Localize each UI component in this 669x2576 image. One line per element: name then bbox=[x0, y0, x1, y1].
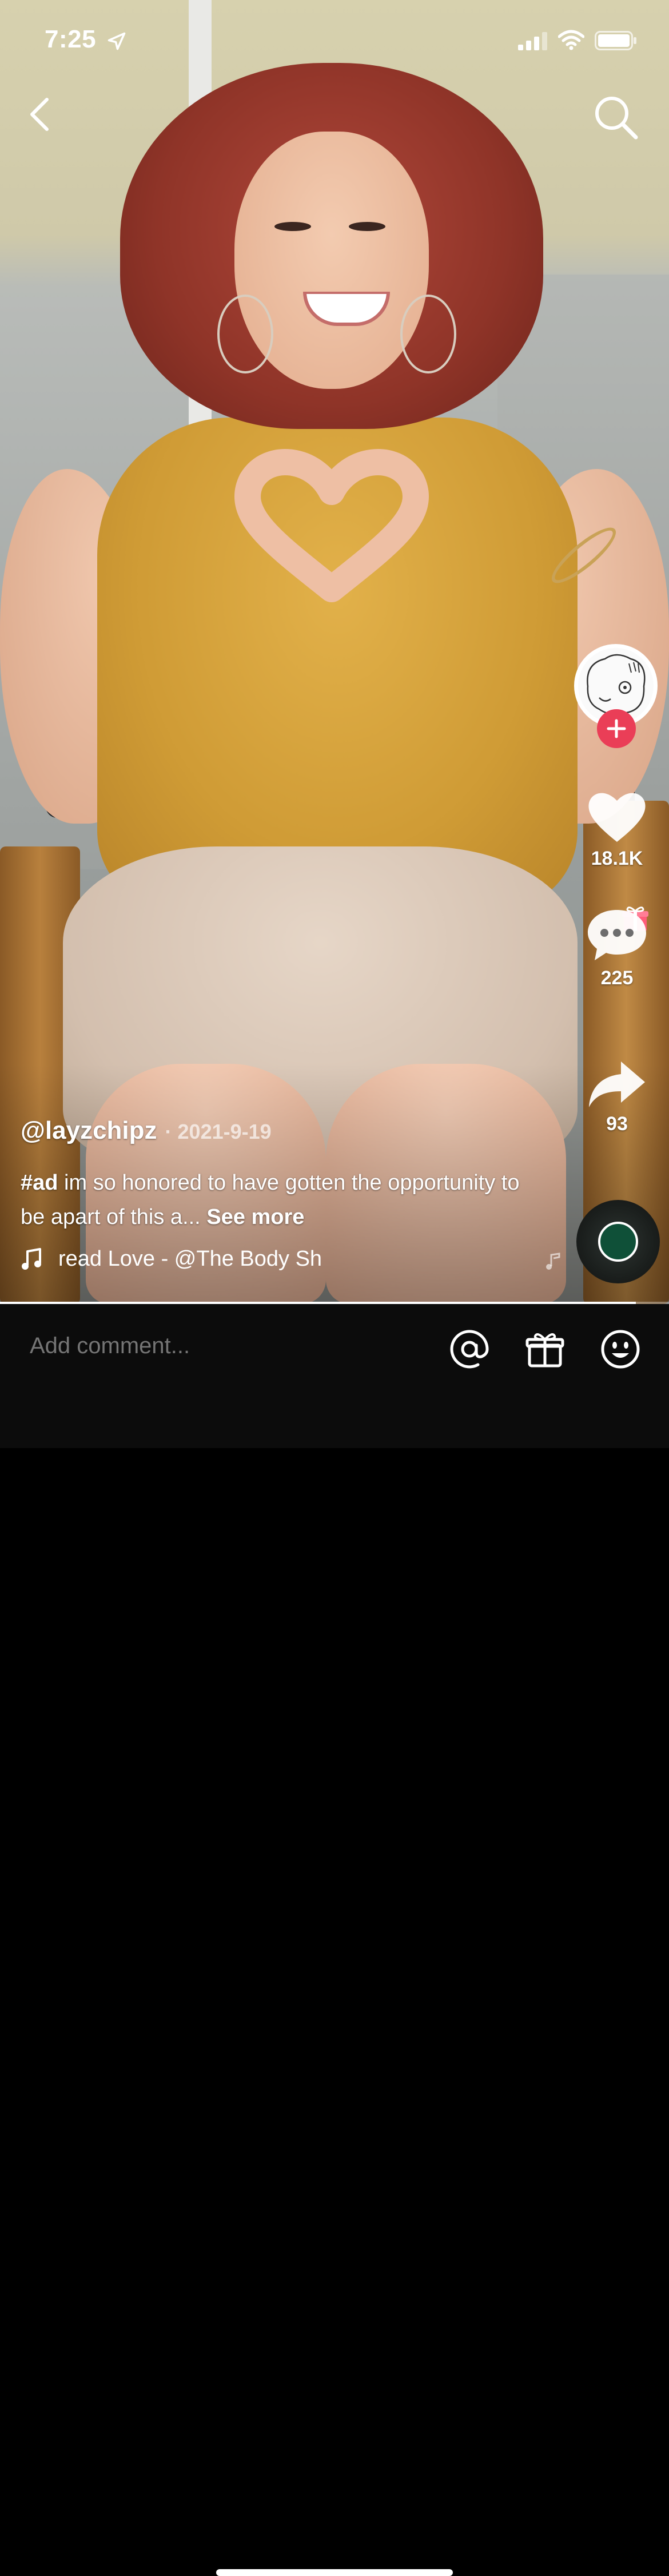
heart-hands bbox=[234, 449, 429, 602]
like-button[interactable]: 18.1K bbox=[574, 789, 660, 870]
comment-bubble-icon bbox=[588, 910, 646, 960]
battery-icon bbox=[595, 31, 636, 50]
video-player[interactable] bbox=[0, 0, 669, 1304]
share-button[interactable]: 93 bbox=[574, 1058, 660, 1135]
music-note-icon bbox=[22, 1247, 41, 1270]
location-arrow-icon bbox=[107, 32, 126, 50]
music-title: read Love - @The Body Sh bbox=[58, 1247, 322, 1271]
video-person bbox=[400, 295, 456, 373]
likes-count: 18.1K bbox=[591, 848, 643, 869]
emoji-icon[interactable] bbox=[599, 1328, 642, 1370]
caption[interactable]: #ad im so honored to have gotten the opp… bbox=[21, 1166, 535, 1234]
username[interactable]: @layzchipz bbox=[21, 1116, 157, 1145]
music-info[interactable]: read Love - @The Body Sh bbox=[21, 1247, 356, 1271]
comments-count: 225 bbox=[600, 967, 634, 989]
see-more-link[interactable]: See more bbox=[206, 1205, 304, 1229]
mention-at-icon[interactable] bbox=[448, 1328, 491, 1370]
music-disc[interactable] bbox=[576, 1200, 660, 1283]
floating-note-icon bbox=[546, 1253, 560, 1270]
comment-input[interactable] bbox=[29, 1333, 431, 1359]
shares-count: 93 bbox=[606, 1113, 628, 1135]
hashtag[interactable]: #ad bbox=[21, 1171, 58, 1195]
sound-cover-icon bbox=[598, 1222, 638, 1262]
comments-button[interactable]: 225 bbox=[574, 907, 660, 989]
follow-button[interactable] bbox=[597, 709, 636, 748]
share-arrow-icon bbox=[589, 1062, 645, 1107]
wifi-icon bbox=[558, 30, 584, 50]
status-time: 7:25 bbox=[45, 25, 97, 53]
comment-bar bbox=[0, 1304, 669, 2576]
post-date: · 2021-9-19 bbox=[165, 1120, 272, 1143]
back-button[interactable] bbox=[22, 92, 62, 137]
heart-icon bbox=[588, 793, 646, 842]
video-person bbox=[274, 222, 311, 231]
video-person bbox=[217, 295, 273, 373]
gift-icon[interactable] bbox=[524, 1328, 566, 1370]
cellular-signal-icon bbox=[518, 32, 547, 50]
search-button[interactable] bbox=[590, 92, 642, 143]
home-indicator bbox=[216, 2569, 453, 2576]
plus-icon bbox=[607, 719, 626, 738]
status-bar: 7:25 bbox=[0, 0, 669, 86]
post-meta: @layzchipz · 2021-9-19 bbox=[21, 1116, 272, 1145]
video-person bbox=[349, 222, 385, 231]
